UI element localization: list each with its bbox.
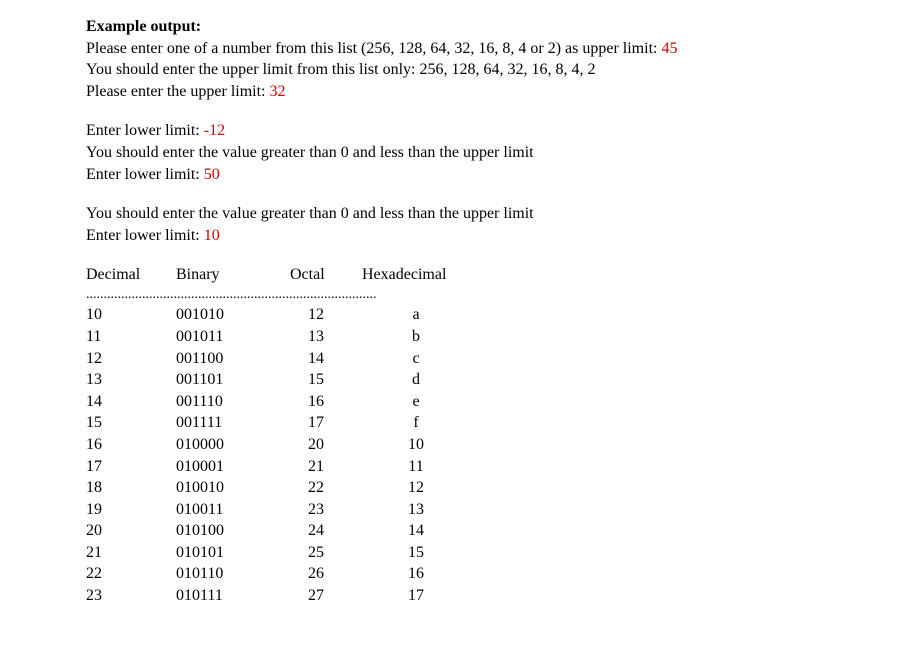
- table-row: 190100112313: [86, 499, 902, 521]
- prompt-lower-3-value: 10: [204, 227, 220, 244]
- cell-octal: 27: [276, 585, 356, 607]
- prompt-upper-1-value: 45: [661, 40, 677, 57]
- cell-binary: 010000: [176, 434, 276, 456]
- lower-limit-block-1: Enter lower limit: -12 You should enter …: [86, 120, 902, 185]
- prompt-lower-1-value: -12: [204, 122, 225, 139]
- cell-binary: 001010: [176, 304, 276, 326]
- cell-hex: 17: [356, 585, 476, 607]
- heading: Example output:: [86, 18, 201, 35]
- prompt-lower-hint-1: You should enter the value greater than …: [86, 144, 534, 161]
- prompt-upper-2-value: 32: [270, 83, 286, 100]
- cell-octal: 22: [276, 477, 356, 499]
- cell-hex: b: [356, 326, 476, 348]
- cell-octal: 12: [276, 304, 356, 326]
- cell-binary: 001111: [176, 412, 276, 434]
- table-row: 1200110014c: [86, 348, 902, 370]
- cell-hex: 11: [356, 456, 476, 478]
- cell-octal: 13: [276, 326, 356, 348]
- cell-hex: 16: [356, 563, 476, 585]
- cell-binary: 010011: [176, 499, 276, 521]
- table-row: 230101112717: [86, 585, 902, 607]
- cell-binary: 010111: [176, 585, 276, 607]
- cell-decimal: 21: [86, 542, 176, 564]
- prompt-upper-hint: You should enter the upper limit from th…: [86, 61, 595, 78]
- header-binary: Binary: [176, 266, 276, 284]
- cell-decimal: 13: [86, 369, 176, 391]
- cell-decimal: 12: [86, 348, 176, 370]
- cell-decimal: 19: [86, 499, 176, 521]
- cell-decimal: 23: [86, 585, 176, 607]
- cell-binary: 001100: [176, 348, 276, 370]
- cell-hex: 15: [356, 542, 476, 564]
- cell-decimal: 20: [86, 520, 176, 542]
- table-row: 1100101113b: [86, 326, 902, 348]
- cell-hex: 12: [356, 477, 476, 499]
- table-row: 1300110115d: [86, 369, 902, 391]
- cell-binary: 001011: [176, 326, 276, 348]
- cell-hex: 10: [356, 434, 476, 456]
- cell-decimal: 17: [86, 456, 176, 478]
- table-row: 220101102616: [86, 563, 902, 585]
- prompt-lower-2-text: Enter lower limit:: [86, 166, 204, 183]
- table-row: 200101002414: [86, 520, 902, 542]
- cell-binary: 010100: [176, 520, 276, 542]
- prompt-upper-2-text: Please enter the upper limit:: [86, 83, 270, 100]
- cell-hex: d: [356, 369, 476, 391]
- cell-binary: 001110: [176, 391, 276, 413]
- cell-decimal: 10: [86, 304, 176, 326]
- table-row: 180100102212: [86, 477, 902, 499]
- cell-octal: 21: [276, 456, 356, 478]
- header-hexadecimal: Hexadecimal: [356, 266, 476, 284]
- cell-octal: 17: [276, 412, 356, 434]
- example-output: Example output: Please enter one of a nu…: [86, 16, 902, 102]
- lower-limit-block-2: You should enter the value greater than …: [86, 203, 902, 246]
- cell-octal: 26: [276, 563, 356, 585]
- table-row: 1000101012a: [86, 304, 902, 326]
- cell-decimal: 11: [86, 326, 176, 348]
- table-row: 1400111016e: [86, 391, 902, 413]
- cell-binary: 010010: [176, 477, 276, 499]
- cell-decimal: 18: [86, 477, 176, 499]
- cell-octal: 14: [276, 348, 356, 370]
- table-header-row: Decimal Binary Octal Hexadecimal: [86, 266, 902, 284]
- header-decimal: Decimal: [86, 266, 176, 284]
- prompt-lower-hint-2: You should enter the value greater than …: [86, 205, 534, 222]
- cell-octal: 20: [276, 434, 356, 456]
- cell-octal: 16: [276, 391, 356, 413]
- cell-octal: 15: [276, 369, 356, 391]
- cell-decimal: 16: [86, 434, 176, 456]
- cell-decimal: 14: [86, 391, 176, 413]
- cell-hex: 14: [356, 520, 476, 542]
- table-row: 210101012515: [86, 542, 902, 564]
- header-octal: Octal: [276, 266, 356, 284]
- cell-decimal: 22: [86, 563, 176, 585]
- cell-octal: 24: [276, 520, 356, 542]
- conversion-table-body: 1000101012a1100101113b1200110014c1300110…: [86, 304, 902, 606]
- cell-binary: 001101: [176, 369, 276, 391]
- prompt-upper-1-text: Please enter one of a number from this l…: [86, 40, 661, 57]
- prompt-lower-3-text: Enter lower limit:: [86, 227, 204, 244]
- cell-hex: 13: [356, 499, 476, 521]
- cell-hex: a: [356, 304, 476, 326]
- cell-hex: c: [356, 348, 476, 370]
- table-row: 1500111117f: [86, 412, 902, 434]
- divider-line: ........................................…: [86, 288, 902, 302]
- cell-binary: 010101: [176, 542, 276, 564]
- cell-decimal: 15: [86, 412, 176, 434]
- prompt-lower-1-text: Enter lower limit:: [86, 122, 204, 139]
- cell-hex: e: [356, 391, 476, 413]
- cell-octal: 23: [276, 499, 356, 521]
- table-row: 170100012111: [86, 456, 902, 478]
- cell-binary: 010110: [176, 563, 276, 585]
- prompt-lower-2-value: 50: [204, 166, 220, 183]
- cell-octal: 25: [276, 542, 356, 564]
- table-row: 160100002010: [86, 434, 902, 456]
- cell-binary: 010001: [176, 456, 276, 478]
- cell-hex: f: [356, 412, 476, 434]
